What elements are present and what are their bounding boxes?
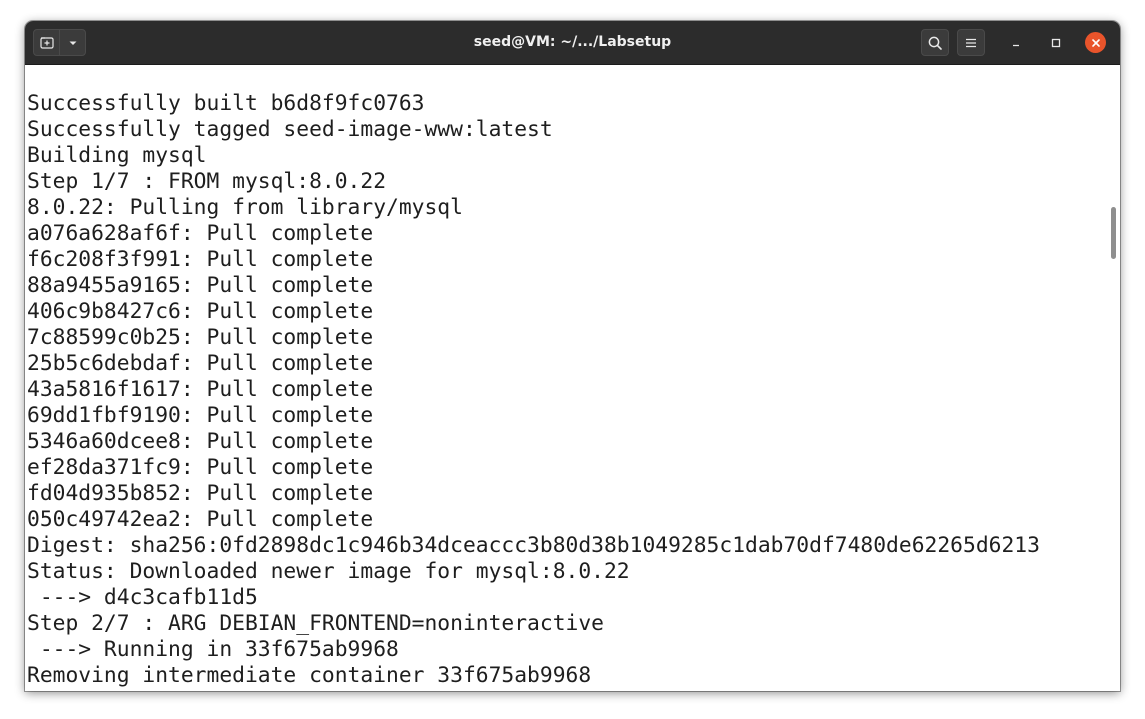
scrollbar-thumb[interactable] [1111,207,1116,259]
terminal-line: ---> d4c3cafb11d5 [27,585,258,610]
close-icon [1091,38,1100,47]
title-bar[interactable]: seed@VM: ~/.../Labsetup [25,21,1120,65]
new-tab-icon [39,36,54,49]
terminal-line: Digest: sha256:0fd2898dc1c946b34dceaccc3… [27,533,1040,558]
minimize-button[interactable] [1005,32,1026,53]
menu-dropdown-button[interactable] [59,30,85,55]
window-title: seed@VM: ~/.../Labsetup [473,34,672,50]
terminal-line: f6c208f3f991: Pull complete [27,247,374,272]
search-button[interactable] [921,29,949,56]
terminal-line: Status: Downloaded newer image for mysql… [27,559,630,584]
hamburger-menu-button[interactable] [957,29,985,56]
terminal-line: 88a9455a9165: Pull complete [27,273,374,298]
terminal-line: Building mysql [27,143,207,168]
chevron-down-icon [69,41,76,45]
maximize-icon [1051,38,1060,47]
close-button[interactable] [1085,32,1106,53]
terminal-line: fd04d935b852: Pull complete [27,481,374,506]
terminal-line: 8.0.22: Pulling from library/mysql [27,195,463,220]
terminal-line: 5346a60dcee8: Pull complete [27,429,374,454]
terminal-output[interactable]: Successfully built b6d8f9fc0763 Successfu… [25,65,1107,691]
tab-button-group [33,29,86,56]
terminal-line: ef28da371fc9: Pull complete [27,455,374,480]
terminal-line: 7c88599c0b25: Pull complete [27,325,374,350]
terminal-line: Step 1/7 : FROM mysql:8.0.22 [27,169,387,194]
terminal-line: 43a5816f1617: Pull complete [27,377,374,402]
terminal-line: Removing intermediate container 33f675ab… [27,663,592,688]
terminal-line: ---> Running in 33f675ab9968 [27,637,399,662]
hamburger-menu-icon [966,38,976,47]
scrollbar[interactable] [1107,65,1120,691]
terminal-line: 69dd1fbf9190: Pull complete [27,403,374,428]
new-tab-button[interactable] [34,30,59,55]
terminal-line: 25b5c6debdaf: Pull complete [27,351,374,376]
terminal-line: Successfully built b6d8f9fc0763 [27,91,425,116]
terminal-line: Successfully tagged seed-image-www:lates… [27,117,553,142]
terminal-line: a076a628af6f: Pull complete [27,221,374,246]
maximize-button[interactable] [1045,32,1066,53]
search-icon [928,36,942,50]
terminal-line: 050c49742ea2: Pull complete [27,507,374,532]
terminal-window: seed@VM: ~/.../Labsetup Successfully bui… [25,21,1120,691]
terminal-line: Step 2/7 : ARG DEBIAN_FRONTEND=nonintera… [27,611,604,636]
terminal-line: 406c9b8427c6: Pull complete [27,299,374,324]
minimize-icon [1012,44,1019,46]
